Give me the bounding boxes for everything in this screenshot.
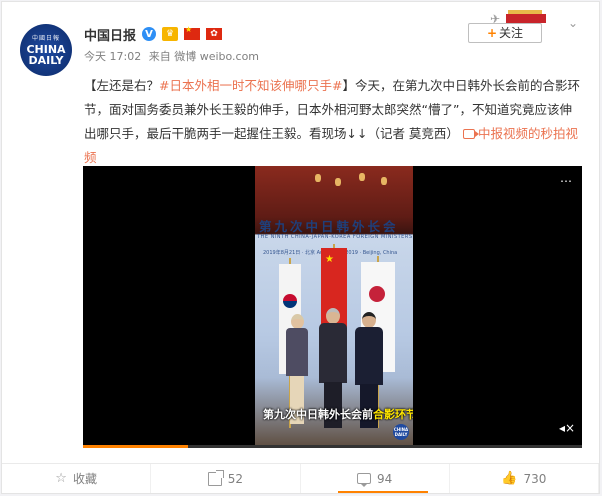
like-count: 730 — [523, 471, 547, 486]
video-caption-highlight: 合影环节 — [373, 408, 413, 421]
video-frame[interactable]: 第九次中日韩外长会 THE NINTH CHINA-JAPAN-KOREA FO… — [255, 166, 413, 448]
china-flag-icon — [184, 25, 201, 40]
video-banner-title: 第九次中日韩外长会 — [259, 219, 399, 234]
follow-label: 关注 — [499, 26, 524, 40]
comment-icon — [356, 473, 371, 487]
avatar[interactable]: 中國日報 CHINA DAILY — [20, 24, 72, 76]
video-more-icon[interactable]: ⋯ — [560, 174, 572, 188]
verified-icon[interactable]: V — [142, 27, 157, 41]
avatar-line2: DAILY — [28, 54, 64, 67]
repost-count: 52 — [227, 471, 244, 486]
video-banner-subtitle: THE NINTH CHINA-JAPAN-KOREA FOREIGN MINI… — [257, 234, 413, 240]
post-hashtag[interactable]: #日本外相一时不知该伸哪只手# — [159, 78, 342, 93]
author-name[interactable]: 中国日报 — [84, 25, 136, 44]
star-icon: ☆ — [55, 471, 67, 486]
author-row: 中国日报 V ♛ ✿ — [84, 25, 223, 44]
share-icon — [207, 469, 224, 486]
video-caption: 第九次中日韩外长会前合影环节 — [263, 406, 413, 422]
comment-count: 94 — [376, 471, 393, 486]
post-meta: 今天 17:02 来自 微博 weibo.com — [84, 48, 263, 64]
hk-flag-icon: ✿ — [206, 28, 223, 40]
follow-button[interactable]: + 关注 — [468, 23, 542, 43]
mute-icon[interactable]: ◂× — [559, 421, 575, 435]
video-caption-main: 第九次中日韩外长会前 — [263, 408, 373, 421]
post-text: 【左还是右？#日本外相一时不知该伸哪只手#】今天，在第九次中日韩外长会前的合影环… — [84, 74, 584, 170]
post-time[interactable]: 今天 17:02 — [84, 50, 141, 63]
thumb-up-icon: 👍 — [501, 471, 518, 486]
avatar-top-text: 中國日報 — [31, 35, 60, 42]
repost-button[interactable]: 52 — [151, 464, 301, 493]
post-bracket-open: 【左还是右？ — [84, 78, 160, 93]
chandelier-lights — [315, 172, 395, 190]
favorite-label: 收藏 — [72, 472, 97, 486]
video-player[interactable]: 第九次中日韩外长会 THE NINTH CHINA-JAPAN-KOREA FO… — [83, 166, 582, 448]
like-button[interactable]: 👍 730 — [450, 464, 599, 493]
video-progress-fill — [83, 445, 188, 448]
post-source: 来自 微博 weibo.com — [148, 50, 260, 63]
plus-icon: + — [486, 26, 498, 40]
video-progress-bar[interactable] — [83, 445, 582, 448]
active-tab-indicator — [338, 491, 428, 493]
china-daily-logo: CHINA DAILY — [393, 424, 409, 440]
action-bar: ☆ 收藏 52 94 👍 730 — [2, 463, 599, 493]
comment-button[interactable]: 94 — [301, 464, 450, 493]
member-crown-icon[interactable]: ♛ — [162, 27, 179, 41]
video-link-icon[interactable] — [462, 129, 479, 139]
chevron-down-icon[interactable]: ⌄ — [568, 16, 578, 30]
weibo-post-card: 中國日報 CHINA DAILY 中国日报 V ♛ ✿ 今天 17:02 来自 … — [1, 1, 600, 494]
favorite-button[interactable]: ☆ 收藏 — [2, 464, 152, 493]
